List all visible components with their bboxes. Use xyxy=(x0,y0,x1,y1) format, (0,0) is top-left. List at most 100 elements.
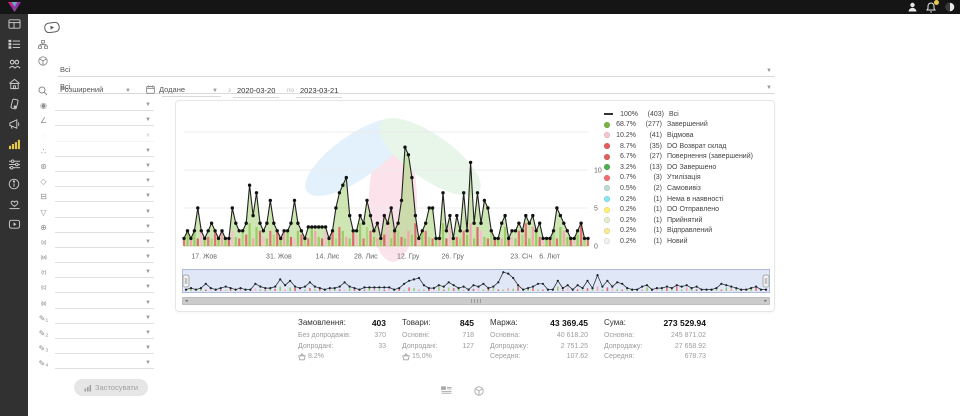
funnel-icon: ▽ xyxy=(36,208,51,218)
filter-select-6[interactable]: ▼ xyxy=(55,177,154,187)
sidebar-item-orders[interactable] xyxy=(0,34,28,54)
navigator-handle-right[interactable] xyxy=(763,275,769,287)
apply-button[interactable]: Застосувати xyxy=(74,379,148,396)
sitemap-icon xyxy=(38,40,48,49)
scroll-left-icon[interactable]: ◂ xyxy=(183,299,190,304)
sidebar-item-users[interactable] xyxy=(0,54,28,74)
search-mode-value: Розширений xyxy=(60,85,103,94)
legend-item[interactable]: 0.7%(3)Утилізація xyxy=(604,173,772,184)
filter-row-ruler: ∠▼ xyxy=(28,111,162,126)
sidebar-item-store[interactable] xyxy=(0,74,28,94)
filter-select-10[interactable]: ▼ xyxy=(55,238,154,248)
legend-label: Повернення (завершений) xyxy=(667,153,753,160)
topbar-actions xyxy=(906,0,956,14)
chart-navigator[interactable] xyxy=(182,269,770,295)
filter-select-5[interactable]: ▼ xyxy=(55,162,154,172)
stat-title: Замовлення: xyxy=(298,318,346,328)
legend-item[interactable]: 3.2%(13)DO Завершено xyxy=(604,162,772,173)
filter-select-15[interactable]: ▼ xyxy=(55,314,154,324)
date-to-input[interactable]: 2023-03-21 xyxy=(296,85,342,98)
sidebar-item-dashboard[interactable] xyxy=(0,14,28,34)
filter-select-17[interactable]: ▼ xyxy=(55,344,154,354)
legend-item[interactable]: 6.7%(27)Повернення (завершений) xyxy=(604,151,772,162)
bell-icon[interactable] xyxy=(925,1,937,13)
top-filters: Всі ▼ Всі ▼ Розширений ▼ xyxy=(28,14,960,96)
orders-list-icon xyxy=(8,38,21,50)
summary-stats: Замовлення:403Без допродажів:370Допродан… xyxy=(298,318,706,363)
stat-title: Сума: xyxy=(604,318,626,328)
stat-subrow: Основна:245 871.02 xyxy=(604,331,706,342)
sidebar-item-sales[interactable] xyxy=(0,94,28,114)
filter-select-9[interactable]: ▼ xyxy=(55,223,154,233)
stat-column-маржа: Маржа:43 369.45Основна:40 618.20Допродаж… xyxy=(490,318,588,363)
sidebar-item-info[interactable] xyxy=(0,174,28,194)
legend-item[interactable]: 0.2%(1)Прийнятий xyxy=(604,215,772,226)
braces-c-icon: {с} xyxy=(36,283,51,293)
dashboard-icon xyxy=(8,18,21,30)
chevron-down-icon: ▼ xyxy=(145,163,151,169)
filter-select-14[interactable]: ▼ xyxy=(55,299,154,309)
filter-select-7[interactable]: ▼ xyxy=(55,192,154,202)
chart-scrollbar[interactable]: ◂ ▸ xyxy=(182,297,770,305)
legend-percent: 0.2% xyxy=(613,196,636,203)
stat-column-товари: Товари:845Основні:718Допродані:12715.0% xyxy=(402,318,474,363)
filter-select-13[interactable]: ▼ xyxy=(55,283,154,293)
cube-icon: ◇ xyxy=(36,177,51,187)
stat-title: Товари: xyxy=(402,318,430,328)
svg-text:31. Жов: 31. Жов xyxy=(266,254,292,261)
legend-percent: 8.7% xyxy=(613,143,636,150)
legend-item[interactable]: 68.7%(277)Завершений xyxy=(604,120,772,131)
package-icon xyxy=(38,56,48,66)
legend-item[interactable]: 0.2%(1)DO Отправлено xyxy=(604,204,772,215)
legend-marker xyxy=(604,238,610,244)
sidebar-item-video[interactable] xyxy=(0,214,28,234)
filter-select-12[interactable]: ▼ xyxy=(55,268,154,278)
orders-status-chart[interactable]: 051017. Жов31. Жов14. Лис28. Лис12. Гру2… xyxy=(178,105,602,265)
video-help-icon[interactable] xyxy=(43,21,60,34)
chevron-down-icon: ▼ xyxy=(145,117,151,123)
filter-row-globe: ⊕▼ xyxy=(28,218,162,233)
chevron-down-icon: ▼ xyxy=(145,300,151,306)
svg-text:17. Жов: 17. Жов xyxy=(191,254,217,261)
date-from-input[interactable]: 2020-03-20 xyxy=(233,85,279,98)
filter-select-2[interactable]: ▼ xyxy=(55,116,154,126)
chevron-down-icon: ▼ xyxy=(125,88,131,94)
filter-select-16[interactable]: ▼ xyxy=(55,329,154,339)
sidebar-item-marketing[interactable] xyxy=(0,114,28,134)
legend-count: (3) xyxy=(636,174,662,181)
date-field-value: Додане xyxy=(159,85,185,94)
filter-select-4[interactable]: ▼ xyxy=(55,147,154,157)
list-view-icon[interactable] xyxy=(441,386,452,396)
filter-select-8[interactable]: ▼ xyxy=(55,208,154,218)
navigator-handle-left[interactable] xyxy=(183,275,189,287)
heart-hands-icon xyxy=(8,198,21,210)
package-view-icon[interactable] xyxy=(474,386,484,396)
legend-item[interactable]: 10.2%(41)Відмова xyxy=(604,130,772,141)
legend-item[interactable]: 0.2%(1)Нема в наявності xyxy=(604,194,772,205)
legend-item[interactable]: 0.2%(1)Новий xyxy=(604,236,772,247)
basket-icon xyxy=(298,353,306,361)
sidebar-item-statistics[interactable] xyxy=(0,134,28,154)
legend-item[interactable]: 0.2%(1)Відправлений xyxy=(604,226,772,237)
legend-marker xyxy=(604,228,610,234)
scrollbar-grip[interactable] xyxy=(471,299,481,303)
filter-select-11[interactable]: ▼ xyxy=(55,253,154,263)
legend-item[interactable]: 0.5%(2)Самовивіз xyxy=(604,183,772,194)
stat-subrow: Допродані:33 xyxy=(298,342,386,353)
user-icon[interactable] xyxy=(906,1,918,13)
filter-select-1[interactable]: ▼ xyxy=(55,101,154,111)
filter-select-18[interactable]: ▼ xyxy=(55,359,154,369)
legend-percent: 10.2% xyxy=(613,132,636,139)
sidebar-item-integrations[interactable] xyxy=(0,154,28,174)
legend-item[interactable]: 100%(403)Всі xyxy=(604,109,772,120)
megaphone-icon xyxy=(8,118,21,130)
theme-icon[interactable] xyxy=(944,1,956,13)
filter-row-braces-v: {в}▼ xyxy=(28,293,162,308)
statistics-icon xyxy=(8,138,21,150)
scroll-right-icon[interactable]: ▸ xyxy=(762,299,769,304)
filter-row-braces-c: {с} ▼ xyxy=(28,278,162,293)
sidebar-item-partners[interactable] xyxy=(0,194,28,214)
legend-item[interactable]: 8.7%(35)DO Возврат склад xyxy=(604,141,772,152)
brand-logo[interactable] xyxy=(7,1,22,13)
category-select[interactable]: Всі ▼ xyxy=(58,64,775,77)
